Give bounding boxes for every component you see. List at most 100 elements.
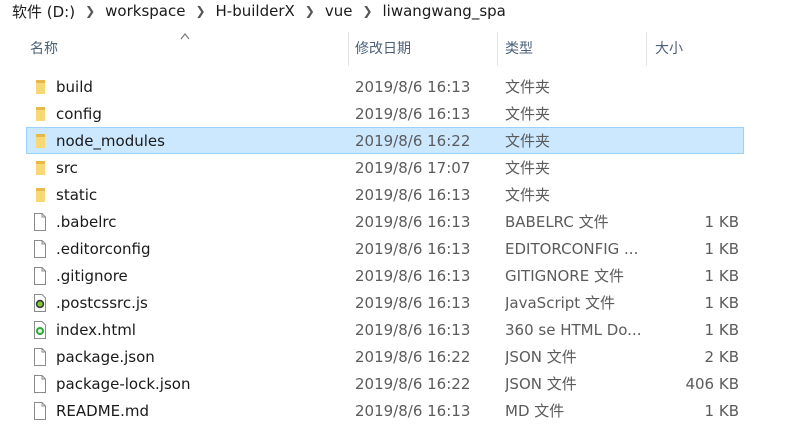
file-date: 2019/8/6 16:13 <box>355 293 471 312</box>
folder-icon <box>31 128 49 153</box>
file-size: 1 KB <box>704 293 739 312</box>
file-row[interactable]: package.json 2019/8/6 16:22 JSON 文件 2 KB <box>26 343 744 370</box>
file-size: 1 KB <box>704 320 739 339</box>
js-file-icon-glyph <box>34 293 46 312</box>
file-size: 406 KB <box>685 374 739 393</box>
folder-icon <box>31 182 49 207</box>
file-date: 2019/8/6 16:22 <box>355 131 471 150</box>
file-size <box>655 74 739 99</box>
file-row[interactable]: build 2019/8/6 16:13 文件夹 <box>26 73 744 100</box>
file-name: .postcssrc.js <box>56 293 148 312</box>
file-row[interactable]: index.html 2019/8/6 16:13 360 se HTML Do..… <box>26 316 744 343</box>
breadcrumb-lead <box>0 0 10 22</box>
file-date: 2019/8/6 16:13 <box>355 104 471 123</box>
file-name: build <box>56 77 93 96</box>
file-icon-glyph <box>34 239 46 258</box>
file-date: 2019/8/6 16:13 <box>355 185 471 204</box>
file-icon <box>31 209 49 234</box>
column-divider[interactable] <box>348 32 349 66</box>
file-size: 1 KB <box>704 401 739 420</box>
html-file-icon-glyph <box>34 320 46 339</box>
file-icon-glyph <box>34 401 46 420</box>
file-row[interactable]: README.md 2019/8/6 16:13 MD 文件 1 KB <box>26 397 744 424</box>
file-name: index.html <box>56 320 136 339</box>
file-date: 2019/8/6 16:13 <box>355 212 471 231</box>
file-date: 2019/8/6 16:13 <box>355 320 471 339</box>
file-type: EDITORCONFIG ... <box>505 239 639 258</box>
file-name: .gitignore <box>56 266 128 285</box>
file-row[interactable]: .editorconfig 2019/8/6 16:13 EDITORCONFIG … <box>26 235 744 262</box>
file-type: 文件夹 <box>505 132 551 150</box>
file-type: 文件夹 <box>505 78 551 96</box>
folder-icon <box>31 101 49 126</box>
file-row[interactable]: .babelrc 2019/8/6 16:13 BABELRC 文件 1 KB <box>26 208 744 235</box>
folder-icon <box>31 155 49 180</box>
file-name: README.md <box>56 401 150 420</box>
html-file-icon <box>31 317 49 342</box>
column-header-date[interactable]: 修改日期 <box>355 30 495 66</box>
file-type: JavaScript 文件 <box>505 294 615 312</box>
column-header-size[interactable]: 大小 <box>655 30 755 66</box>
column-header-type[interactable]: 类型 <box>505 30 645 66</box>
file-icon <box>31 398 49 423</box>
file-size: 2 KB <box>704 347 739 366</box>
column-divider[interactable] <box>497 32 498 66</box>
file-type: 文件夹 <box>505 105 551 123</box>
chevron-right-icon[interactable]: ❯ <box>354 4 380 18</box>
file-row[interactable]: static 2019/8/6 16:13 文件夹 <box>26 181 744 208</box>
breadcrumb-item-hbuilderx[interactable]: H-builderX <box>214 2 297 20</box>
file-date: 2019/8/6 16:22 <box>355 347 471 366</box>
chevron-right-icon[interactable]: ❯ <box>77 4 103 18</box>
file-name: .babelrc <box>56 212 117 231</box>
file-type: 文件夹 <box>505 186 551 204</box>
file-name: config <box>56 104 102 123</box>
file-icon <box>31 236 49 261</box>
file-size <box>655 101 739 126</box>
file-row[interactable]: .gitignore 2019/8/6 16:13 GITIGNORE 文件 1 KB <box>26 262 744 289</box>
file-name: package.json <box>56 347 155 366</box>
breadcrumb-item-current[interactable]: liwangwang_spa <box>381 2 508 20</box>
file-type: 360 se HTML Do... <box>505 320 642 339</box>
folder-icon-glyph <box>36 160 45 175</box>
file-icon-glyph <box>34 266 46 285</box>
file-icon-glyph <box>34 347 46 366</box>
file-row[interactable]: src 2019/8/6 17:07 文件夹 <box>26 154 744 181</box>
folder-icon <box>31 74 49 99</box>
file-size <box>655 128 739 153</box>
file-date: 2019/8/6 16:13 <box>355 77 471 96</box>
file-name: static <box>56 185 98 204</box>
file-type: MD 文件 <box>505 402 565 420</box>
file-name: node_modules <box>56 131 165 150</box>
file-size <box>655 155 739 180</box>
file-type: 文件夹 <box>505 159 551 177</box>
breadcrumb-item-workspace[interactable]: workspace <box>103 2 187 20</box>
file-row[interactable]: node_modules 2019/8/6 16:22 文件夹 <box>26 127 744 154</box>
file-name: src <box>56 158 78 177</box>
column-header-name[interactable]: 名称 <box>30 30 348 66</box>
file-size <box>655 182 739 207</box>
file-type: JSON 文件 <box>505 348 577 366</box>
file-date: 2019/8/6 16:22 <box>355 374 471 393</box>
file-date: 2019/8/6 17:07 <box>355 158 471 177</box>
column-divider[interactable] <box>646 32 647 66</box>
file-icon <box>31 344 49 369</box>
chevron-right-icon[interactable]: ❯ <box>187 4 213 18</box>
breadcrumb-item-drive[interactable]: 软件 (D:) <box>10 1 77 22</box>
file-date: 2019/8/6 16:13 <box>355 266 471 285</box>
file-icon <box>31 263 49 288</box>
file-icon-glyph <box>34 212 46 231</box>
file-type: JSON 文件 <box>505 375 577 393</box>
file-icon <box>31 371 49 396</box>
chevron-right-icon[interactable]: ❯ <box>297 4 323 18</box>
file-row[interactable]: package-lock.json 2019/8/6 16:22 JSON 文件 40… <box>26 370 744 397</box>
column-header: 名称 修改日期 类型 大小 <box>0 30 785 66</box>
file-row[interactable]: config 2019/8/6 16:13 文件夹 <box>26 100 744 127</box>
file-size: 1 KB <box>704 239 739 258</box>
file-size: 1 KB <box>704 266 739 285</box>
file-row[interactable]: .postcssrc.js 2019/8/6 16:13 JavaScript 文件… <box>26 289 744 316</box>
js-file-icon <box>31 290 49 315</box>
breadcrumb-item-vue[interactable]: vue <box>323 2 355 20</box>
file-name: .editorconfig <box>56 239 151 258</box>
file-date: 2019/8/6 16:13 <box>355 239 471 258</box>
file-name: package-lock.json <box>56 374 191 393</box>
